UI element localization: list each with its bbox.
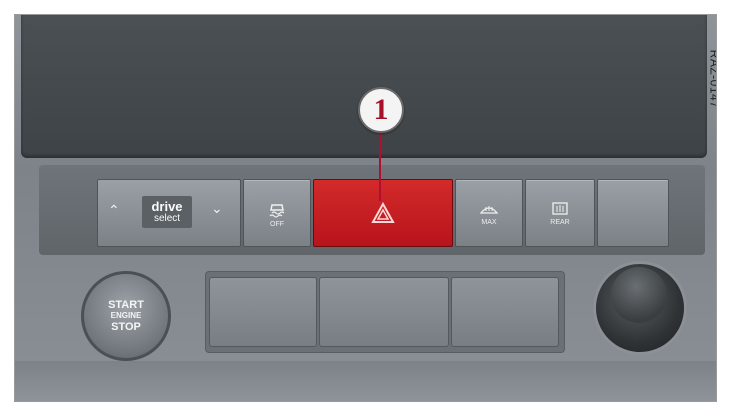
- traction-off-label: OFF: [270, 220, 284, 228]
- stop-label: STOP: [111, 321, 141, 333]
- figure-reference-text: RAZ-0147: [707, 49, 717, 109]
- callout-leader-line: [379, 131, 381, 201]
- start-engine-stop-button[interactable]: START ENGINE STOP: [81, 271, 171, 361]
- traction-control-off-button[interactable]: OFF: [243, 179, 311, 247]
- front-defrost-icon: [479, 205, 499, 214]
- lower-panel-button-right[interactable]: [451, 277, 559, 347]
- console-lower-trim: [15, 361, 716, 401]
- drive-select-group: ⌃ drive select ⌄: [97, 179, 241, 247]
- lower-panel-button-left[interactable]: [209, 277, 317, 347]
- chevron-down-icon[interactable]: ⌄: [211, 200, 223, 217]
- drive-select-label-bottom: select: [153, 213, 181, 224]
- engine-label: ENGINE: [110, 311, 142, 320]
- figure-reference-code: RAZ-0147: [701, 29, 717, 129]
- esc-off-icon: [269, 203, 285, 218]
- chevron-up-icon[interactable]: ⌃: [108, 202, 120, 219]
- rotary-knob-cap[interactable]: [611, 267, 667, 323]
- rear-defrost-icon: [552, 201, 568, 215]
- callout-marker: 1: [358, 87, 404, 133]
- blank-button[interactable]: [597, 179, 669, 247]
- drive-select-button[interactable]: drive select: [142, 196, 192, 228]
- hazard-triangle-icon: [371, 202, 395, 223]
- rear-defrost-label: REAR: [550, 218, 570, 226]
- console-illustration: ⌃ drive select ⌄ OFF MAX REAR 1 START EN…: [14, 14, 717, 402]
- front-defrost-label: MAX: [481, 218, 497, 226]
- drive-select-label-top: drive: [151, 199, 183, 214]
- start-label: START: [108, 299, 144, 311]
- hazard-warning-button[interactable]: [313, 179, 453, 247]
- rear-defrost-button[interactable]: REAR: [525, 179, 595, 247]
- front-defrost-max-button[interactable]: MAX: [455, 179, 523, 247]
- lower-panel-button-center[interactable]: [319, 277, 449, 347]
- display-screen: [21, 15, 707, 158]
